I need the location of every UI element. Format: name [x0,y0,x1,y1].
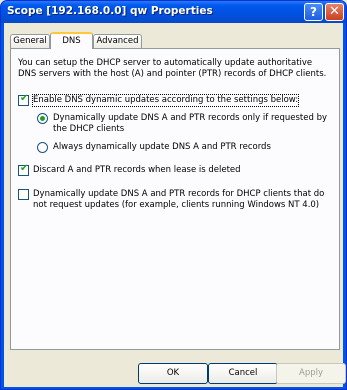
tab-advanced[interactable]: Advanced [93,34,142,48]
discard-records-checkbox[interactable]: ✔ [18,163,29,176]
tab-dns[interactable]: DNS [50,32,93,49]
update-non-requesting-label[interactable]: Dynamically update DNS A and PTR records… [33,189,329,211]
dialog-body: General DNS Advanced You can setup the D… [4,23,346,387]
enable-dns-updates-label[interactable]: Enable DNS dynamic updates according to … [31,94,300,107]
tab-general[interactable]: General [10,34,50,48]
checkmark-icon: ✔ [20,93,29,104]
apply-button[interactable]: Apply [276,363,346,384]
properties-dialog: Scope [192.168.0.0] qw Properties ? ✕ Ge… [0,0,347,390]
checkmark-icon: ✔ [20,163,29,174]
discard-records-label[interactable]: Discard A and PTR records when lease is … [33,165,241,176]
help-button[interactable]: ? [304,3,323,21]
update-non-requesting-checkbox[interactable] [18,189,29,200]
update-on-request-label[interactable]: Dynamically update DNS A and PTR records… [53,113,335,135]
always-update-label[interactable]: Always dynamically update DNS A and PTR … [53,142,271,153]
always-update-radio[interactable] [37,142,48,153]
ok-button[interactable]: OK [138,363,208,384]
dns-intro-text: You can setup the DHCP server to automat… [18,58,327,79]
close-button[interactable]: ✕ [325,3,344,21]
update-on-request-radio[interactable] [37,113,48,124]
window-title: Scope [192.168.0.0] qw Properties [7,5,213,17]
title-bar[interactable]: Scope [192.168.0.0] qw Properties ? ✕ [1,1,346,23]
cancel-button[interactable]: Cancel [208,363,278,384]
radio-selected-icon [40,116,45,121]
enable-dns-updates-checkbox[interactable]: ✔ [18,93,29,106]
dns-tab-panel: You can setup the DHCP server to automat… [10,48,340,350]
